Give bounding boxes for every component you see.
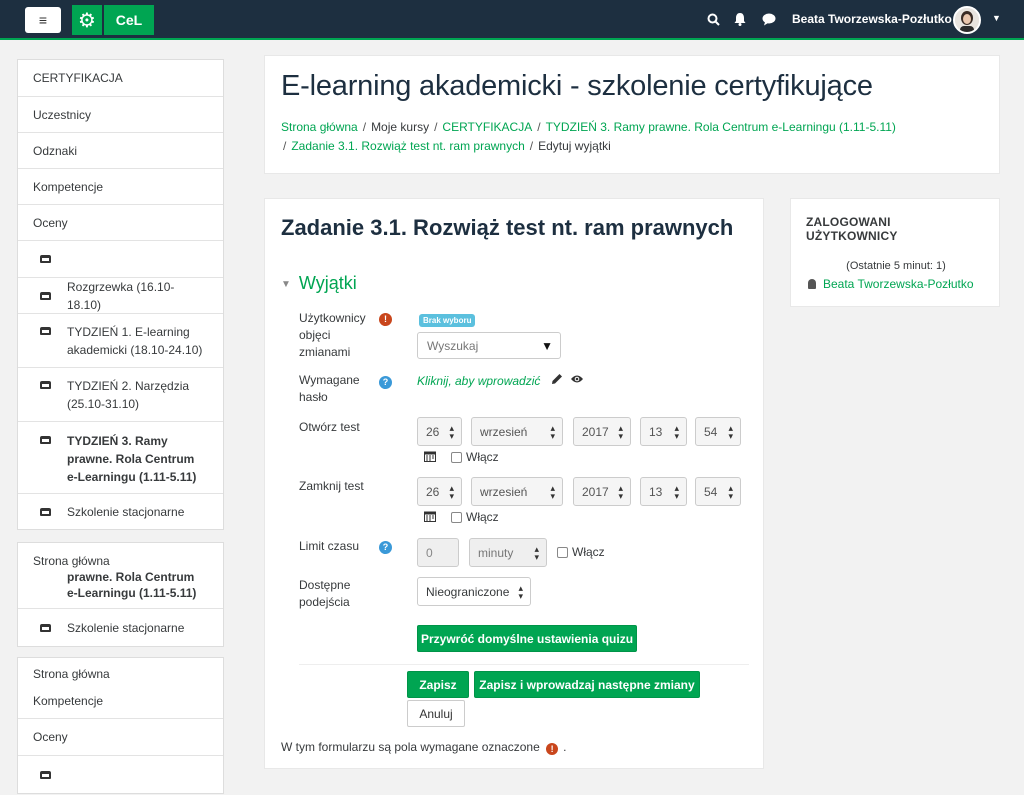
sidebar-item-certyfikacja[interactable]: CERTYFIKACJA (18, 60, 223, 97)
close-minute-select[interactable]: 54 ▴ ▾ (695, 477, 741, 506)
calendar-icon[interactable] (424, 450, 436, 462)
brand-logo[interactable]: CeL (104, 5, 154, 35)
time-limit-label: Limit czasu (299, 539, 360, 553)
close-hour-select[interactable]: 13 ▴ ▾ (640, 477, 687, 506)
no-selection-badge: Brak wyboru (419, 314, 476, 327)
inbox-icon (40, 255, 51, 263)
save-and-continue-button[interactable]: Zapisz i wprowadzaj następne zmiany (474, 671, 700, 698)
sidebar-item-section-0[interactable] (18, 241, 223, 278)
sidebar-item-home[interactable]: Strona główna prawne. Rola Centrum e-Lea… (18, 543, 223, 609)
breadcrumb-my-courses: Moje kursy (371, 120, 430, 134)
inbox-icon (40, 623, 51, 632)
sidebar-item-section-0-3[interactable] (18, 756, 223, 793)
close-quiz-label: Zamknij test (299, 479, 364, 493)
sidebar-item-kompetencje[interactable]: Kompetencje (18, 169, 223, 205)
breadcrumb-section[interactable]: TYDZIEŃ 3. Ramy prawne. Rola Centrum e-L… (546, 120, 896, 134)
breadcrumb-current: Edytuj wyjątki (538, 139, 611, 153)
sidebar-item-sub: prawne. Rola Centrum e-Learningu (1.11-5… (67, 570, 197, 600)
users-search-select[interactable]: Wyszukaj ▼ (417, 332, 561, 359)
hamburger-icon: ≡ (38, 12, 48, 28)
avatar[interactable] (953, 6, 981, 34)
time-limit-enable-checkbox[interactable]: Włącz (557, 545, 605, 559)
required-fields-note: W tym formularzu są pola wymagane oznacz… (281, 740, 567, 755)
close-day-select[interactable]: 26 ▴ ▾ (417, 477, 462, 506)
open-quiz-label: Otwórz test (299, 420, 360, 434)
open-month-select[interactable]: wrzesień ▴ ▾ (471, 417, 563, 446)
sidebar-item-oceny-3[interactable]: Oceny (18, 719, 223, 756)
password-label: Wymagane hasło (299, 373, 360, 404)
inbox-icon (40, 327, 51, 335)
quiz-title: Zadanie 3.1. Rozwiąż test nt. ram prawny… (281, 215, 734, 240)
sidebar-item-rozgrzewka[interactable]: Rozgrzewka (16.10-18.10) (18, 278, 223, 314)
page-title: E-learning akademicki - szkolenie certyf… (281, 70, 873, 102)
caret-down-icon: ▼ (541, 339, 553, 353)
online-user-link[interactable]: Beata Tworzewska-Pozłutko (808, 277, 974, 291)
eye-icon[interactable] (570, 373, 584, 385)
open-day-select[interactable]: 26 ▴ ▾ (417, 417, 462, 446)
nav-block-3: Strona główna Kompetencje Oceny (17, 657, 224, 794)
close-year-select[interactable]: 2017 ▴ ▾ (573, 477, 631, 506)
sidebar-item-szkolenie-2[interactable]: Szkolenie stacjonarne (18, 609, 223, 646)
pencil-icon[interactable] (551, 373, 563, 385)
attempts-label: Dostępne podejścia (299, 578, 351, 609)
top-navbar: ≡ ⚙ CeL Beata Tworzewska-Pozłutko ▼ (0, 0, 1024, 40)
inbox-icon (40, 381, 51, 389)
chat-icon[interactable] (762, 13, 776, 26)
chevron-down-icon[interactable]: ▼ (992, 13, 1001, 23)
menu-toggle-button[interactable]: ≡ (25, 7, 61, 33)
gear-logo-icon[interactable]: ⚙ (72, 5, 102, 35)
sidebar-item-szkolenie[interactable]: Szkolenie stacjonarne (18, 494, 223, 529)
inbox-icon (40, 436, 51, 444)
breadcrumb-course[interactable]: CERTYFIKACJA (442, 120, 532, 134)
sidebar-item-kompetencje-3[interactable]: Kompetencje (18, 684, 223, 719)
inbox-icon (40, 291, 51, 300)
sidebar-item-tydzien-3[interactable]: TYDZIEŃ 3. Ramy prawne. Rola Centrum e-L… (18, 422, 223, 494)
user-icon (808, 279, 816, 289)
search-icon[interactable] (707, 13, 720, 26)
help-icon[interactable]: ? (379, 541, 392, 554)
revert-defaults-button[interactable]: Przywróć domyślne ustawienia quizu (417, 625, 637, 652)
sidebar-item-uczestnicy[interactable]: Uczestnicy (18, 97, 223, 133)
sidebar-item-oceny[interactable]: Oceny (18, 205, 223, 241)
close-enable-checkbox[interactable]: Włącz (451, 510, 499, 524)
course-nav-block: CERTYFIKACJA Uczestnicy Odznaki Kompeten… (17, 59, 224, 530)
save-button[interactable]: Zapisz (407, 671, 469, 698)
section-header-exceptions[interactable]: ▼ Wyjątki (281, 273, 357, 294)
attempts-select[interactable]: Nieograniczone ▴ ▾ (417, 577, 531, 606)
open-enable-checkbox[interactable]: Włącz (451, 450, 499, 464)
breadcrumb: Strona główna / Moje kursy / CERTYFIKACJA / TY… (281, 120, 896, 153)
breadcrumb-quiz[interactable]: Zadanie 3.1. Rozwiąż test nt. ram prawny… (291, 139, 524, 153)
sidebar-item-odznaki[interactable]: Odznaki (18, 133, 223, 169)
overrides-form-card: Zadanie 3.1. Rozwiąż test nt. ram prawny… (264, 198, 764, 769)
bell-icon[interactable] (734, 12, 746, 26)
sidebar-item-tydzien-2[interactable]: TYDZIEŃ 2. Narzędzia (25.10-31.10) (18, 368, 223, 422)
password-edit-link[interactable]: Kliknij, aby wprowadzić (417, 374, 540, 388)
open-year-select[interactable]: 2017 ▴ ▾ (573, 417, 631, 446)
divider (299, 664, 749, 665)
open-hour-select[interactable]: 13 ▴ ▾ (640, 417, 687, 446)
time-unit-select[interactable]: minuty ▴ ▾ (469, 538, 547, 567)
calendar-icon[interactable] (424, 510, 436, 522)
cancel-button[interactable]: Anuluj (407, 700, 465, 727)
sidebar-item-home-3[interactable]: Strona główna (18, 658, 223, 684)
users-label: Użytkownicy objęci zmianami (299, 311, 366, 359)
online-users-block: ZALOGOWANI UŻYTKOWNICY (Ostatnie 5 minut… (790, 198, 1000, 307)
nav-block-2: Strona główna prawne. Rola Centrum e-Lea… (17, 542, 224, 647)
online-users-title: ZALOGOWANI UŻYTKOWNICY (806, 215, 898, 243)
sidebar-item-tydzien-1[interactable]: TYDZIEŃ 1. E-learning akademicki (18.10-… (18, 314, 223, 368)
required-icon: ! (379, 313, 392, 326)
help-icon[interactable]: ? (379, 376, 392, 389)
time-limit-input[interactable]: 0 (417, 538, 459, 567)
inbox-icon (40, 770, 51, 779)
open-minute-select[interactable]: 54 ▴ ▾ (695, 417, 741, 446)
inbox-icon (40, 507, 51, 516)
online-users-count: (Ostatnie 5 minut: 1) (846, 260, 946, 272)
close-month-select[interactable]: wrzesień ▴ ▾ (471, 477, 563, 506)
user-name[interactable]: Beata Tworzewska-Pozłutko (792, 12, 952, 26)
breadcrumb-home[interactable]: Strona główna (281, 120, 358, 134)
page-header: E-learning akademicki - szkolenie certyf… (264, 55, 1000, 174)
caret-down-icon: ▼ (281, 278, 291, 290)
required-icon: ! (546, 743, 559, 755)
